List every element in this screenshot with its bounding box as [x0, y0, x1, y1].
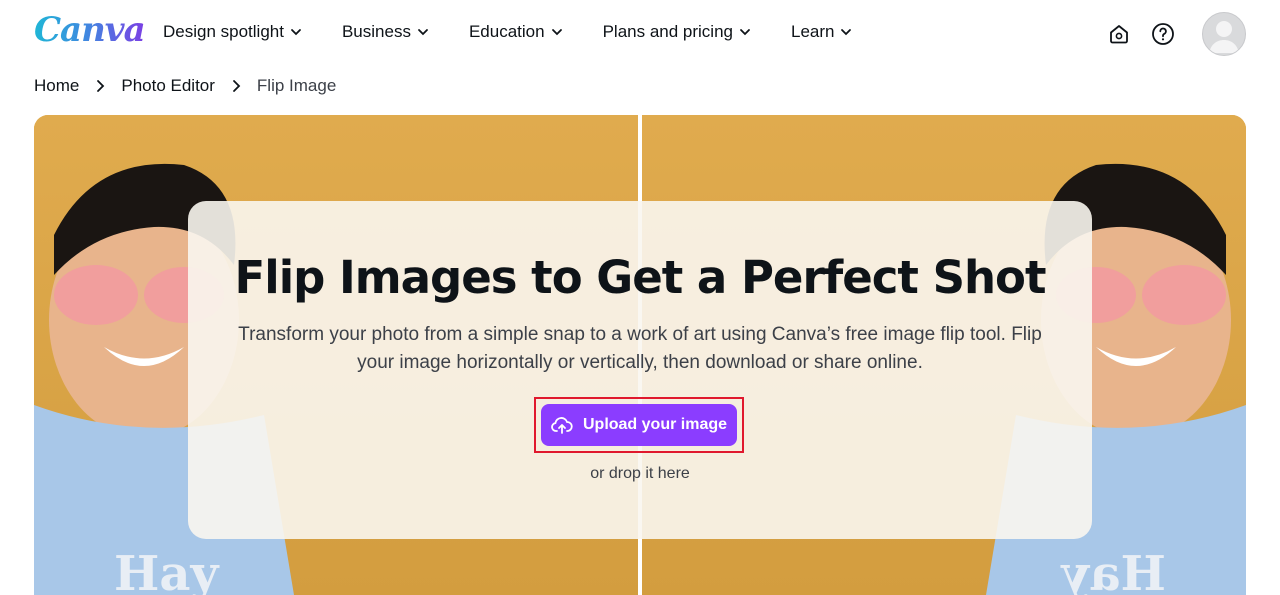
breadcrumb-home[interactable]: Home: [34, 76, 79, 96]
chevron-down-icon: [418, 29, 428, 36]
menu-label: Business: [341, 22, 411, 41]
menu-design-spotlight[interactable]: Design spotlight: [163, 22, 302, 42]
breadcrumb-flip-image: Flip Image: [256, 76, 337, 95]
help-icon[interactable]: [1150, 21, 1176, 47]
upload-highlight-box: Upload your image: [534, 397, 744, 453]
menu-learn[interactable]: Learn: [791, 22, 852, 42]
canva-logo[interactable]: Canva: [34, 10, 146, 50]
chevron-down-icon: [740, 29, 750, 36]
home-settings-icon[interactable]: [1106, 21, 1132, 47]
chevron-down-icon: [291, 29, 301, 36]
menu-label: Design spotlight: [163, 22, 284, 41]
svg-text:Hay: Hay: [114, 546, 220, 595]
upload-image-button[interactable]: Upload your image: [541, 404, 737, 446]
menu-label: Learn: [791, 22, 835, 41]
menu-business[interactable]: Business: [342, 22, 429, 42]
hero-section: Hay Hay Flip Images to Get a Perfect Sho…: [34, 115, 1246, 595]
menu-education[interactable]: Education: [469, 22, 563, 42]
menu-label: Education: [468, 22, 545, 41]
hero-description: Transform your photo from a simple snap …: [238, 324, 1042, 373]
chevron-down-icon: [841, 29, 852, 36]
chevron-right-icon: [233, 80, 241, 92]
main-menu: Design spotlight Business Education Plan…: [163, 22, 892, 42]
menu-plans-and-pricing[interactable]: Plans and pricing: [603, 22, 751, 42]
chevron-right-icon: [97, 80, 105, 92]
drop-zone-text: or drop it here: [590, 465, 690, 482]
user-icon: [1209, 21, 1239, 53]
upload-button-label: Upload your image: [582, 416, 728, 433]
cloud-upload-icon: [551, 417, 573, 434]
avatar[interactable]: [1202, 12, 1246, 56]
breadcrumb: Home Photo Editor Flip Image: [34, 76, 336, 96]
top-nav: Canva Design spotlight Business Educatio…: [0, 0, 1280, 70]
hero-card: Flip Images to Get a Perfect Shot Transf…: [188, 201, 1092, 539]
breadcrumb-photo-editor[interactable]: Photo Editor: [121, 76, 215, 96]
chevron-down-icon: [551, 29, 562, 36]
page-title: Flip Images to Get a Perfect Shot: [234, 251, 1047, 304]
nav-icons: [1106, 12, 1246, 56]
svg-text:Hay: Hay: [1060, 546, 1166, 595]
menu-label: Plans and pricing: [602, 22, 733, 41]
